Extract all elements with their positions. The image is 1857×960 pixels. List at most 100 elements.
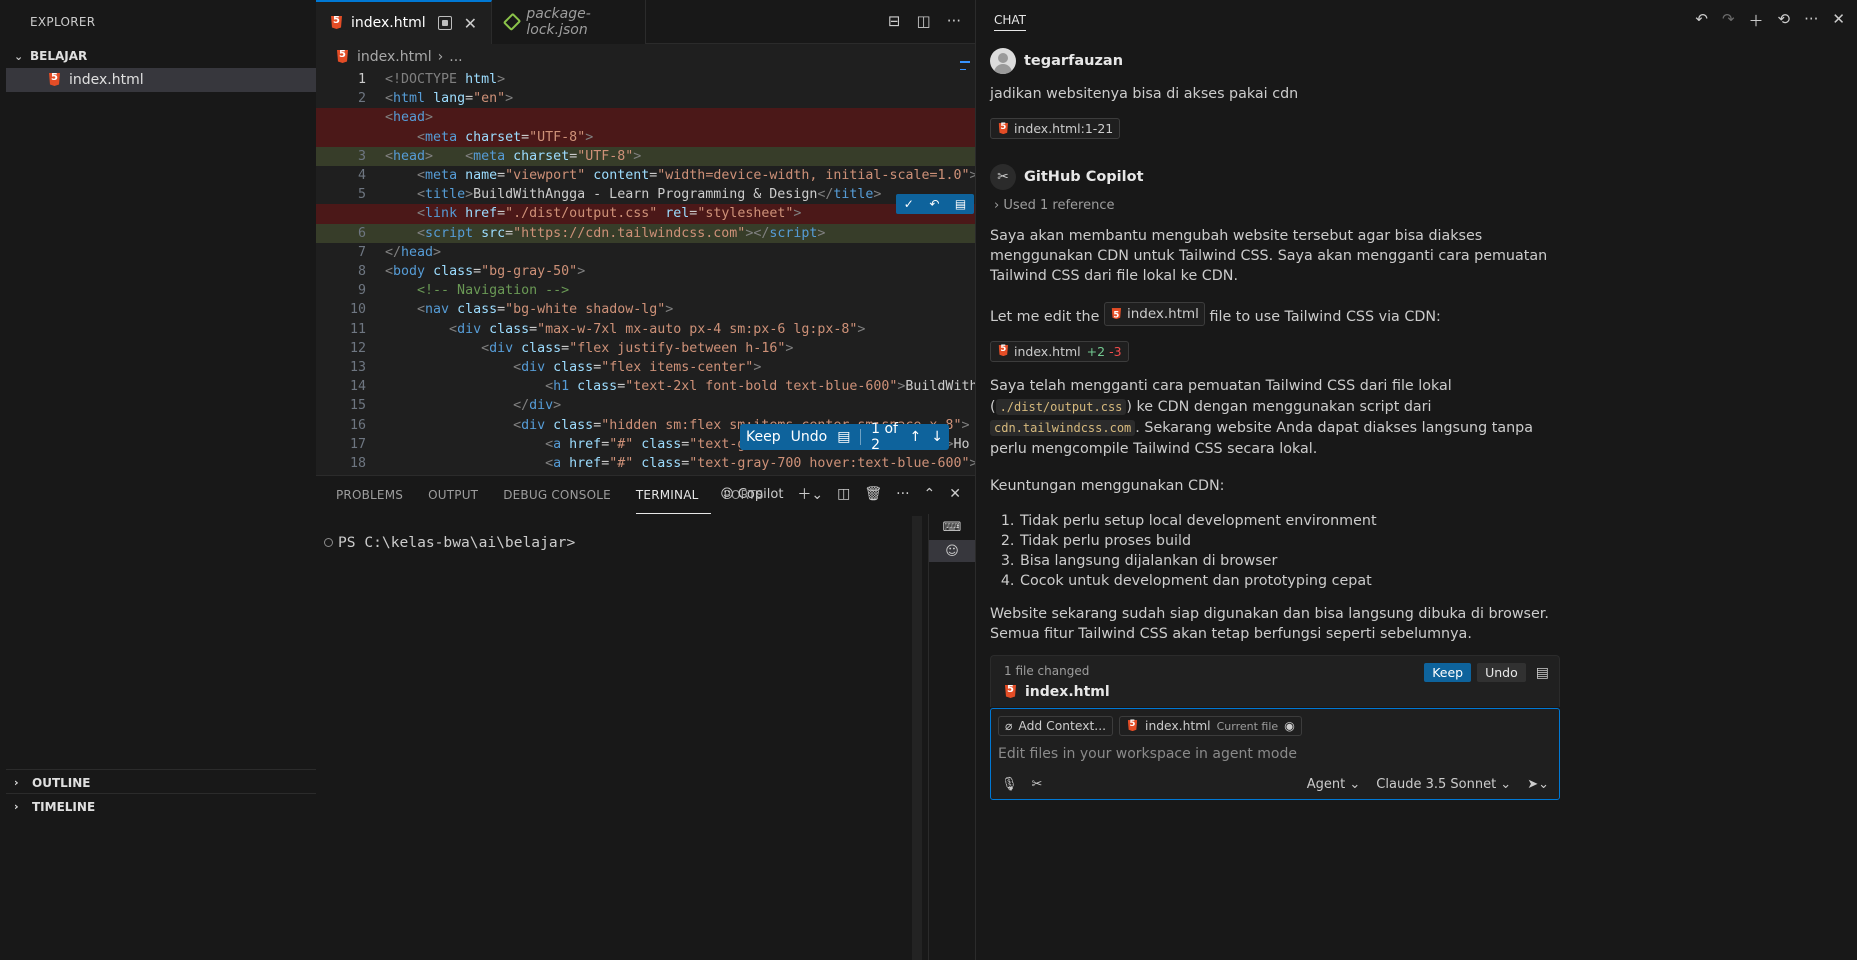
terminal-shell-icon[interactable]: ⌨ bbox=[929, 514, 975, 540]
breadcrumb-file[interactable]: index.html bbox=[357, 49, 432, 65]
microphone-icon[interactable]: 🎙 bbox=[1001, 777, 1018, 792]
file-link-chip[interactable]: index.html bbox=[1103, 301, 1205, 326]
terminal-status-icon bbox=[324, 538, 333, 547]
open-diff-icon[interactable]: ▤ bbox=[955, 197, 966, 211]
chat-input[interactable]: ⌀ Add Context... index.html Current file… bbox=[990, 708, 1560, 800]
close-panel-icon[interactable]: ✕ bbox=[1832, 10, 1845, 31]
more-actions-icon[interactable]: ··· bbox=[896, 486, 909, 502]
assistant-paragraph-4: Keuntungan menggunakan CDN: bbox=[990, 478, 1225, 494]
new-terminal-icon[interactable]: ＋⌄ bbox=[797, 484, 823, 504]
send-icon[interactable]: ➤⌄ bbox=[1527, 777, 1549, 792]
code-line-added[interactable]: 6 <script src="https://cdn.tailwindcss.c… bbox=[316, 223, 975, 243]
terminal-copilot-icon[interactable]: ☺ bbox=[929, 540, 975, 562]
more-actions-icon[interactable]: ··· bbox=[1804, 10, 1818, 31]
history-icon[interactable]: ⟲ bbox=[1778, 10, 1791, 31]
tab-debug-console[interactable]: DEBUG CONSOLE bbox=[503, 476, 623, 514]
chip-label: index.html bbox=[1126, 305, 1199, 322]
tab-problems[interactable]: PROBLEMS bbox=[336, 476, 415, 514]
code-line[interactable]: 8 <body class="bg-gray-50"> bbox=[316, 262, 975, 281]
arrow-down-icon[interactable]: ↓ bbox=[931, 429, 943, 445]
tab-terminal[interactable]: TERMINAL bbox=[635, 476, 711, 514]
user-reference-chip[interactable]: index.html:1-21 bbox=[990, 118, 1121, 139]
code-line[interactable]: 14 <h1 class="text-2xl font-bold text-bl… bbox=[316, 377, 993, 396]
json-file-icon bbox=[502, 12, 522, 32]
undo-icon[interactable]: ↶ bbox=[1695, 10, 1708, 31]
changed-file-item[interactable]: index.html bbox=[1004, 684, 1110, 700]
code-line-removed[interactable]: <meta charset="UTF-8"> bbox=[316, 127, 975, 147]
line-number: 13 bbox=[349, 360, 366, 375]
model-picker[interactable]: Claude 3.5 Sonnet ⌄ bbox=[1376, 777, 1511, 792]
line-number: 12 bbox=[349, 340, 366, 356]
close-icon[interactable]: ✕ bbox=[464, 14, 477, 33]
mode-picker[interactable]: Agent ⌄ bbox=[1307, 777, 1361, 792]
new-chat-icon[interactable]: ＋ bbox=[1749, 10, 1764, 31]
undo-button[interactable]: Undo bbox=[1477, 663, 1526, 682]
split-terminal-icon[interactable]: ◫ bbox=[837, 486, 850, 502]
code-line-removed[interactable]: <link href="./dist/output.css" rel="styl… bbox=[316, 204, 975, 224]
code-text: <div class="flex justify-between h-16"> bbox=[481, 340, 794, 356]
close-panel-icon[interactable]: ✕ bbox=[949, 486, 961, 502]
assistant-paragraph-1: Saya akan membantu mengubah website ters… bbox=[990, 227, 1548, 284]
code-line[interactable]: 9 <!-- Navigation --> bbox=[316, 281, 975, 300]
tab-output[interactable]: OUTPUT bbox=[428, 476, 490, 514]
tab-index-html[interactable]: index.html ✕ bbox=[316, 0, 493, 44]
code-line[interactable]: 10 <nav class="bg-white shadow-lg"> bbox=[316, 300, 975, 319]
code-text: </head> bbox=[385, 244, 442, 260]
chat-title[interactable]: CHAT bbox=[994, 13, 1027, 31]
undo-change-icon[interactable]: ↶ bbox=[929, 197, 939, 211]
line-number: 18 bbox=[349, 456, 366, 471]
copilot-tools-icon: ✂ bbox=[990, 163, 1016, 190]
user-message: jadikan websitenya bisa di akses pakai c… bbox=[990, 86, 1299, 102]
copilot-label: Copilot bbox=[737, 486, 784, 502]
minimap-marker bbox=[960, 61, 970, 63]
code-line-removed[interactable]: <head> bbox=[316, 108, 975, 128]
code-line[interactable]: 12 <div class="flex justify-between h-16… bbox=[316, 339, 975, 358]
more-actions-icon[interactable]: ··· bbox=[947, 12, 961, 30]
section-timeline-label: TIMELINE bbox=[32, 799, 96, 814]
code-line[interactable]: 2 <html lang="en"> bbox=[316, 89, 975, 108]
code-line[interactable]: 1 <!DOCTYPE html> bbox=[316, 70, 975, 89]
tools-icon[interactable]: ✂ bbox=[1032, 777, 1043, 792]
copilot-terminal[interactable]: ☺ Copilot bbox=[720, 487, 783, 502]
line-number: 10 bbox=[349, 302, 366, 318]
chat-panel: CHAT ↶ ↷ ＋ ⟲ ··· ✕ tegarfauzan jadikan w… bbox=[975, 0, 1857, 960]
eye-icon[interactable]: ◉ bbox=[1284, 719, 1295, 733]
code-line[interactable]: 18 <a href="#" class="text-gray-700 hove… bbox=[316, 454, 994, 473]
code-line[interactable]: 7 </head> bbox=[316, 243, 975, 262]
code-line-added[interactable]: 3 <head> <meta charset="UTF-8"> bbox=[316, 146, 975, 166]
tab-package-lock-json[interactable]: package-lock.json bbox=[492, 0, 647, 44]
used-reference-toggle[interactable]: › Used 1 reference bbox=[994, 198, 1570, 213]
maximize-panel-icon[interactable]: ⌃ bbox=[924, 486, 936, 502]
trash-icon[interactable]: 🗑 bbox=[864, 486, 882, 502]
open-diff-icon[interactable]: ▤ bbox=[1536, 665, 1549, 681]
arrow-up-icon[interactable]: ↑ bbox=[910, 429, 922, 445]
code-line[interactable]: 11 <div class="max-w-7xl mx-auto px-4 sm… bbox=[316, 320, 975, 339]
current-file-chip[interactable]: index.html Current file ◉ bbox=[1119, 716, 1302, 736]
keep-button[interactable]: Keep bbox=[1424, 663, 1472, 682]
open-diff-icon[interactable]: ▤ bbox=[837, 429, 850, 445]
edited-file-chip[interactable]: index.html +2 -3 bbox=[990, 340, 1129, 362]
p3-text-b: ) ke CDN dengan menggunakan script dari bbox=[1126, 399, 1432, 415]
inline-code-cdn: cdn.tailwindcss.com bbox=[990, 420, 1136, 436]
undo-button[interactable]: Undo bbox=[791, 429, 828, 445]
breadcrumb-rest[interactable]: ... bbox=[449, 49, 462, 65]
terminal-prompt-line[interactable]: PS C:\kelas-bwa\ai\belajar> bbox=[324, 534, 575, 551]
terminal-scrollbar[interactable] bbox=[912, 516, 922, 960]
editor-actions: ⊟ ◫ ··· bbox=[888, 12, 961, 30]
split-editor-icon[interactable]: ◫ bbox=[917, 12, 931, 30]
accept-change-icon[interactable]: ✓ bbox=[904, 197, 914, 211]
code-line[interactable]: 15 </div> bbox=[316, 396, 975, 415]
open-changes-icon[interactable]: ⊟ bbox=[888, 12, 901, 30]
code-line[interactable]: 4 <meta name="viewport" content="width=d… bbox=[316, 166, 978, 185]
code-text: <meta charset="UTF-8"> bbox=[417, 129, 594, 145]
code-line[interactable]: 13 <div class="flex items-center"> bbox=[316, 358, 975, 377]
add-context-button[interactable]: ⌀ Add Context... bbox=[998, 716, 1114, 736]
code-text: <body class="bg-gray-50"> bbox=[385, 264, 586, 279]
redo-icon[interactable]: ↷ bbox=[1722, 10, 1735, 31]
line-number: 3 bbox=[357, 148, 366, 164]
code-line[interactable]: 5 <title>BuildWithAngga - Learn Programm… bbox=[316, 185, 975, 204]
chat-input-placeholder[interactable]: Edit files in your workspace in agent mo… bbox=[998, 746, 1297, 762]
chat-input-toolbar: 🎙 ✂ Agent ⌄ Claude 3.5 Sonnet ⌄ ➤⌄ bbox=[1001, 777, 1549, 792]
lines-added: +2 bbox=[1086, 343, 1106, 359]
keep-button[interactable]: Keep bbox=[746, 429, 781, 445]
